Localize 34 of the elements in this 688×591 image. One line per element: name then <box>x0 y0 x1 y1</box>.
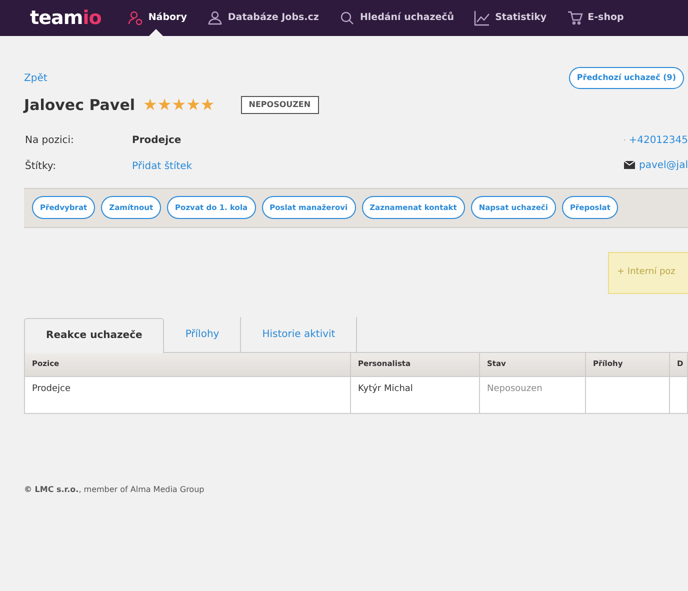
status-badge: NEPOSOUZEN <box>240 96 319 114</box>
star-icon: ★ <box>186 97 200 114</box>
table-cell: Prodejce <box>25 376 351 412</box>
detail-label: Štítky: <box>24 158 57 174</box>
person-icon <box>127 10 144 26</box>
star-icon: ★ <box>157 97 172 114</box>
people-icon <box>206 10 223 26</box>
nav-tab[interactable]: Nábory <box>127 0 187 36</box>
back-link[interactable]: Zpět <box>24 70 48 86</box>
cart-icon <box>566 10 583 26</box>
email-link[interactable]: pavel@jal <box>638 158 688 172</box>
active-tab-notch <box>149 29 164 36</box>
candidate-name: Jalovec Pavel <box>24 95 136 116</box>
phone-link[interactable]: +42012345 <box>628 132 688 148</box>
previous-candidate-button[interactable]: Předchozí uchazeč (9) <box>568 67 684 89</box>
chart-icon <box>474 10 490 26</box>
table-cell: Neposouzen <box>480 376 586 412</box>
star-icon: ★ <box>172 97 186 114</box>
add-tag-link[interactable]: Přidat štítek <box>132 158 192 174</box>
nav-tab[interactable]: Statistiky <box>474 0 547 36</box>
content-tab[interactable]: Reakce uchazeče <box>24 318 164 352</box>
nav-tab[interactable]: E-shop <box>566 0 624 36</box>
footer-copyright: © LMC s.r.o., member of Alma Media Group <box>24 484 206 496</box>
star-icon: ★ <box>143 97 158 114</box>
nav-tab[interactable]: Databáze Jobs.cz <box>206 0 319 36</box>
table-cell: Kytýr Michal <box>351 376 480 412</box>
logo[interactable]: teamio <box>30 8 102 28</box>
detail-label: Na pozici: <box>24 134 75 148</box>
nav-tab[interactable]: Hledání uchazečů <box>338 0 454 36</box>
internal-note-button[interactable]: + Interní poz <box>608 252 688 294</box>
detail-value: Prodejce <box>132 134 182 148</box>
search-icon <box>338 10 355 26</box>
mail-icon <box>624 161 635 169</box>
star-icon: ★ <box>200 97 215 114</box>
